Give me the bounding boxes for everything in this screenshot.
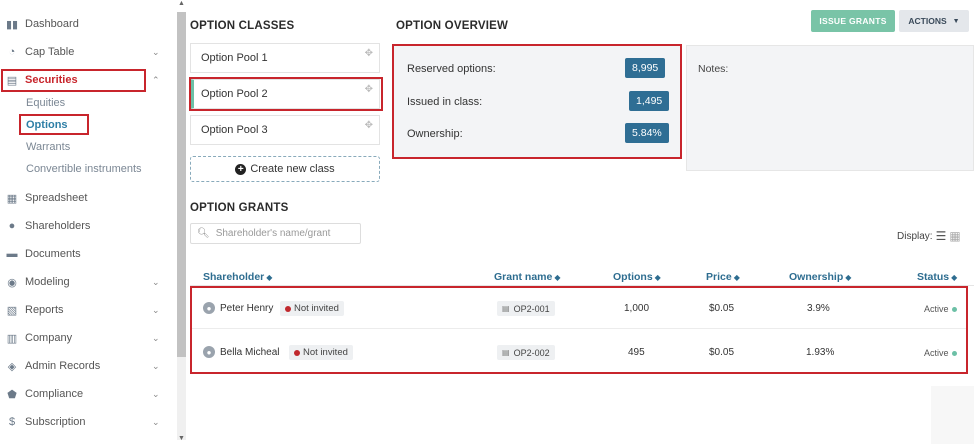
column-header-status[interactable]: Status ◆ [917, 271, 957, 283]
sidebar-item-label: Cap Table [25, 46, 75, 58]
scroll-thumb[interactable] [177, 12, 186, 357]
sidebar: ▮▮ Dashboard ◔ Cap Table ⌄ ▤ Securities … [0, 0, 176, 444]
column-header-options[interactable]: Options ◆ [613, 271, 661, 283]
create-class-button[interactable]: + Create new class [190, 156, 380, 182]
column-header-grant-name[interactable]: Grant name ◆ [494, 271, 561, 283]
sidebar-item-reports[interactable]: ▧ Reports ⌄ [0, 299, 176, 321]
folder-icon: ▬ [6, 248, 18, 260]
sub-item-equities[interactable]: Equities [26, 97, 65, 109]
sidebar-scrollbar[interactable]: ▲ ▼ [177, 0, 186, 442]
dashboard-icon: ▮▮ [5, 18, 19, 31]
sidebar-item-label: Documents [25, 248, 81, 260]
sidebar-item-label: Modeling [25, 276, 70, 288]
option-class-item[interactable]: Option Pool 3 ✥ [190, 115, 380, 145]
shield-icon: ⬟ [7, 388, 17, 401]
sidebar-item-label: Reports [25, 304, 64, 316]
sidebar-item-label: Dashboard [25, 18, 79, 30]
scroll-up-icon[interactable]: ▲ [177, 0, 186, 7]
grid-view-icon[interactable]: ▦ [949, 229, 960, 243]
app-root: ▮▮ Dashboard ◔ Cap Table ⌄ ▤ Securities … [0, 0, 974, 444]
create-class-label: Create new class [250, 163, 335, 175]
sidebar-item-compliance[interactable]: ⬟ Compliance ⌄ [0, 383, 176, 405]
sidebar-item-cap-table[interactable]: ◔ Cap Table ⌄ [0, 41, 176, 63]
chevron-down-icon: ⌄ [152, 360, 160, 371]
column-label: Grant name [494, 271, 553, 283]
search-placeholder: Shareholder's name/grant [215, 228, 331, 239]
chevron-down-icon: ⌄ [152, 416, 160, 427]
pie-chart-icon: ◔ [8, 46, 16, 58]
sidebar-item-admin-records[interactable]: ◈ Admin Records ⌄ [0, 355, 176, 377]
bulb-icon: ◉ [7, 276, 17, 289]
chevron-down-icon: ⌄ [152, 332, 160, 343]
option-class-label: Option Pool 1 [201, 52, 268, 64]
sidebar-item-documents[interactable]: ▬ Documents [0, 243, 176, 265]
option-class-label: Option Pool 3 [201, 124, 268, 136]
display-toggle: Display: ☰ ▦ [897, 229, 961, 243]
option-class-item[interactable]: Option Pool 1 ✥ [190, 43, 380, 73]
dollar-icon: $ [8, 416, 16, 428]
sidebar-item-label: Shareholders [25, 220, 91, 232]
sidebar-item-company[interactable]: ▥ Company ⌄ [0, 327, 176, 349]
background-panel [931, 386, 974, 444]
option-classes-title: OPTION CLASSES [190, 20, 295, 32]
sort-icon: ◆ [554, 273, 561, 282]
notes-panel[interactable]: Notes: [686, 45, 974, 171]
chevron-down-icon: ⌄ [152, 388, 160, 399]
column-label: Shareholder [203, 271, 265, 283]
records-icon: ◈ [7, 360, 17, 373]
sidebar-item-shareholders[interactable]: ● Shareholders [0, 215, 176, 237]
highlight-securities [1, 69, 146, 92]
sort-icon: ◆ [845, 273, 852, 282]
scroll-down-icon[interactable]: ▼ [177, 435, 186, 442]
list-view-icon[interactable]: ☰ [936, 229, 947, 243]
chevron-down-icon: ⌄ [152, 46, 160, 57]
highlight-overview [392, 44, 682, 159]
report-icon: ▧ [6, 304, 18, 317]
actions-label: ACTIONS [908, 16, 947, 26]
column-label: Status [917, 271, 950, 283]
sidebar-item-subscription[interactable]: $ Subscription ⌄ [0, 411, 176, 433]
option-grants-title: OPTION GRANTS [190, 202, 289, 214]
column-label: Price [706, 271, 732, 283]
chevron-down-icon: ⌄ [152, 276, 160, 287]
sort-icon: ◆ [266, 273, 273, 282]
sidebar-item-label: Admin Records [25, 360, 101, 372]
chevron-up-icon: ⌃ [152, 74, 160, 85]
sidebar-item-dashboard[interactable]: ▮▮ Dashboard [0, 13, 176, 35]
caret-down-icon: ▼ [952, 17, 960, 25]
sidebar-item-label: Spreadsheet [25, 192, 88, 204]
notes-label: Notes: [698, 63, 729, 75]
grant-search-input[interactable]: 🔍︎ Shareholder's name/grant [190, 223, 361, 244]
move-icon[interactable]: ✥ [365, 48, 373, 59]
sidebar-item-label: Subscription [25, 416, 86, 428]
display-label: Display: [897, 230, 933, 242]
sidebar-item-label: Compliance [25, 388, 84, 400]
highlight-grant-rows [190, 286, 968, 374]
plus-circle-icon: + [235, 163, 247, 175]
column-header-shareholder[interactable]: Shareholder ◆ [203, 271, 272, 283]
option-overview-title: OPTION OVERVIEW [396, 20, 509, 32]
spreadsheet-icon: ▦ [6, 192, 18, 205]
actions-dropdown-button[interactable]: ACTIONS ▼ [899, 10, 969, 32]
chevron-down-icon: ⌄ [152, 304, 160, 315]
user-icon: ● [8, 220, 16, 232]
sort-icon: ◆ [654, 273, 661, 282]
issue-grants-button[interactable]: ISSUE GRANTS [811, 10, 895, 32]
column-header-ownership[interactable]: Ownership ◆ [789, 271, 851, 283]
sort-icon: ◆ [733, 273, 740, 282]
column-header-price[interactable]: Price ◆ [706, 271, 740, 283]
highlight-options [19, 114, 89, 135]
sidebar-item-spreadsheet[interactable]: ▦ Spreadsheet [0, 187, 176, 209]
sidebar-item-label: Company [25, 332, 73, 344]
sub-item-convertible-instruments[interactable]: Convertible instruments [26, 163, 142, 175]
sidebar-item-modeling[interactable]: ◉ Modeling ⌄ [0, 271, 176, 293]
highlight-option-pool-2 [189, 77, 383, 111]
building-icon: ▥ [6, 332, 18, 345]
move-icon[interactable]: ✥ [365, 120, 373, 131]
sort-icon: ◆ [951, 273, 958, 282]
search-icon: 🔍︎ [197, 228, 210, 239]
sub-item-warrants[interactable]: Warrants [26, 141, 70, 153]
column-label: Ownership [789, 271, 844, 283]
column-label: Options [613, 271, 653, 283]
